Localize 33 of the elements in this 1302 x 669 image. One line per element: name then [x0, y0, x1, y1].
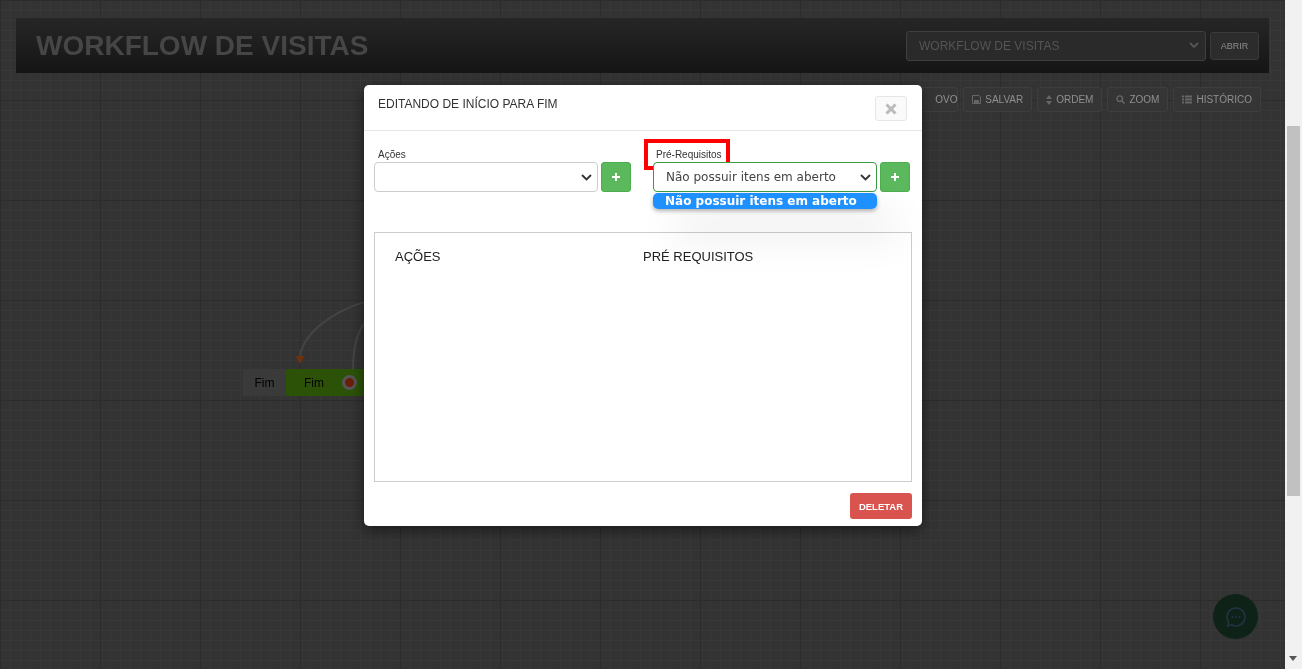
- toolbar-button[interactable]: SALVAR: [963, 87, 1033, 112]
- select-field[interactable]: [374, 162, 598, 192]
- delete-button[interactable]: DELETAR: [850, 493, 912, 519]
- add-button[interactable]: [601, 162, 631, 192]
- toolbar-button[interactable]: ORDEM: [1037, 87, 1103, 112]
- scroll-down-icon[interactable]: [1289, 656, 1297, 661]
- chevron-icon: [1189, 42, 1199, 49]
- chat-bubble-icon: [1224, 605, 1247, 628]
- toolbar-button[interactable]: HISTÓRICO: [1173, 87, 1261, 112]
- field-label: Ações: [377, 148, 407, 162]
- toolbar-button[interactable]: ZOOM: [1107, 87, 1169, 112]
- chevron-icon: [860, 173, 871, 181]
- select-field[interactable]: Não possuir itens em aberto: [653, 162, 877, 192]
- close-button[interactable]: [875, 96, 907, 121]
- open-button[interactable]: ABRIR: [1210, 31, 1259, 60]
- modal-title: EDITANDO DE INÍCIO PARA FIM: [378, 97, 558, 113]
- end-dot-icon: [342, 375, 357, 390]
- list-icon: [1182, 95, 1193, 104]
- search-icon: [1116, 95, 1126, 104]
- column-heading: AÇÕES: [395, 249, 442, 265]
- dropdown-option[interactable]: Não possuir itens em aberto: [653, 193, 877, 209]
- scrollbar[interactable]: [1285, 0, 1302, 669]
- sort-icon: [1046, 94, 1053, 105]
- scrollbar-thumb[interactable]: [1287, 126, 1300, 496]
- floppy-icon: [972, 95, 982, 104]
- chat-button[interactable]: [1213, 594, 1258, 639]
- plus-icon: [891, 173, 899, 181]
- chevron-icon: [581, 173, 592, 181]
- toolbar-button[interactable]: OVO: [920, 87, 959, 112]
- add-button[interactable]: [880, 162, 910, 192]
- plus-icon: [612, 173, 620, 181]
- close-icon: [885, 102, 897, 115]
- column-heading: PRÉ REQUISITOS: [643, 249, 755, 265]
